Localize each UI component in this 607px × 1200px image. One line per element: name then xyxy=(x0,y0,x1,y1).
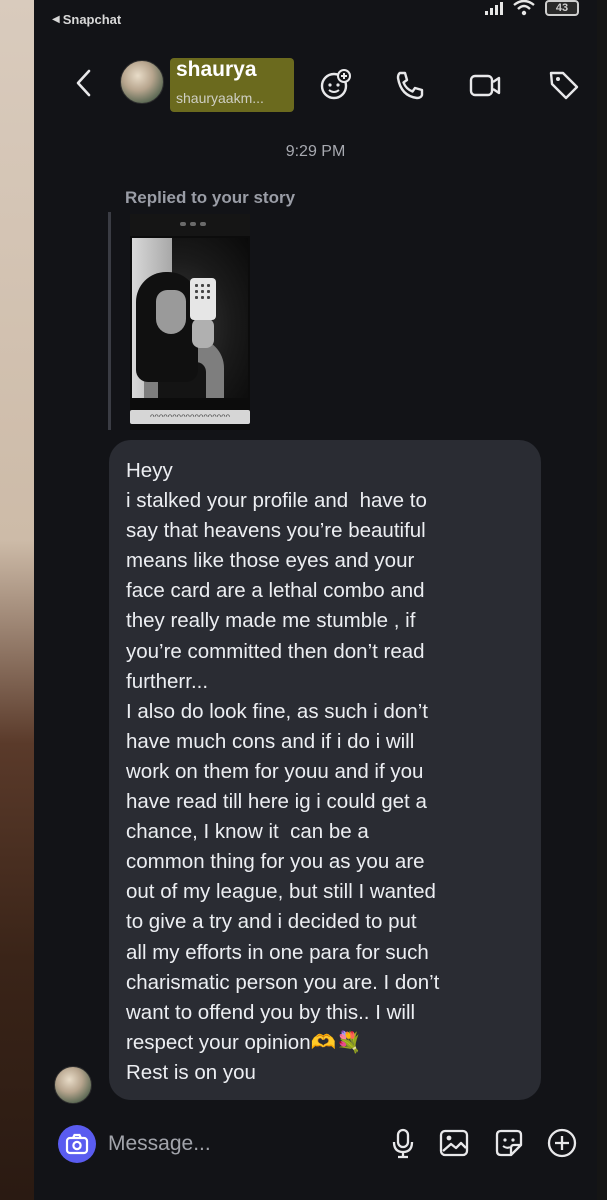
camera-button[interactable] xyxy=(58,1125,96,1163)
replied-to-story-label: Replied to your story xyxy=(125,188,296,207)
video-icon[interactable] xyxy=(468,68,502,102)
bitmoji-add-icon[interactable] xyxy=(318,68,352,102)
message-composer xyxy=(34,1118,597,1178)
microphone-icon[interactable] xyxy=(386,1126,420,1160)
message-line: say that heavens you’re beautiful xyxy=(126,519,426,543)
battery-icon: 43 xyxy=(545,0,579,16)
story-thumbnail[interactable]: ᴖᴖᴖᴖᴖᴖᴖᴖᴖᴖᴖᴖᴖᴖᴖᴖᴖᴖ xyxy=(130,214,250,430)
message-timestamp: 9:29 PM xyxy=(285,143,346,160)
phone-icon[interactable] xyxy=(393,68,427,102)
message-line: respect your opinion🫶💐 xyxy=(126,1030,362,1054)
gallery-icon[interactable] xyxy=(437,1126,471,1160)
message-line: to give a try and i decided to put xyxy=(126,910,417,934)
message-line: face card are a lethal combo and xyxy=(126,579,425,603)
message-line: Rest is on you xyxy=(126,1060,256,1084)
message-line: out of my league, but still I wanted xyxy=(126,880,436,904)
chat-header: shaurya shauryaakm... xyxy=(34,52,597,116)
tag-icon[interactable] xyxy=(547,68,581,102)
message-bubble[interactable]: Heyy i stalked your profile and have to sa… xyxy=(109,440,541,1100)
message-line: furtherr... xyxy=(126,669,209,693)
message-line: Heyy xyxy=(126,459,173,482)
wifi-icon xyxy=(513,0,535,16)
back-chevron-icon[interactable] xyxy=(70,66,98,100)
camera-icon xyxy=(65,1133,89,1155)
friend-avatar[interactable] xyxy=(120,60,164,104)
message-line: want to offend you by this.. I will xyxy=(126,1000,416,1024)
sticker-icon[interactable] xyxy=(492,1126,526,1160)
plus-icon[interactable] xyxy=(545,1126,579,1160)
message-line: means like those eyes and your xyxy=(126,549,415,573)
message-line: common thing for you as you are xyxy=(126,850,425,874)
story-photo xyxy=(132,238,248,398)
message-input[interactable] xyxy=(108,1128,378,1160)
message-line: they really made me stumble , if xyxy=(126,609,416,633)
phone-screen: ◀ Snapchat 43 shaurya shauryaakm... 9:29… xyxy=(34,0,597,1200)
status-indicators: 43 xyxy=(485,0,579,16)
photo-background-right xyxy=(597,0,607,1200)
story-status-bar xyxy=(130,214,250,236)
reply-indicator-line xyxy=(108,212,111,430)
signal-icon xyxy=(485,1,503,15)
message-line: work on them for youu and if you xyxy=(126,759,424,783)
message-line: you’re committed then don’t read xyxy=(126,639,425,663)
message-line: have read till here ig i could get a xyxy=(126,790,427,814)
message-text: Heyy i stalked your profile and have to sa… xyxy=(126,456,531,1088)
friend-name[interactable]: shaurya xyxy=(176,58,257,82)
back-triangle-icon: ◀ xyxy=(52,14,60,25)
message-line: i stalked your profile and have to xyxy=(126,489,427,513)
sender-avatar[interactable] xyxy=(54,1066,92,1104)
message-line: charismatic person you are. I don’t xyxy=(126,970,440,994)
message-line: I also do look fine, as such i don’t xyxy=(126,699,428,723)
status-bar: ◀ Snapchat 43 xyxy=(34,0,597,40)
photo-background-left xyxy=(0,0,34,1200)
back-app-label: Snapchat xyxy=(62,12,122,27)
message-line: chance, I know it can be a xyxy=(126,820,369,844)
message-line: have much cons and if i do i will xyxy=(126,729,415,753)
message-line: all my efforts in one para for such xyxy=(126,940,429,964)
story-caption-bar: ᴖᴖᴖᴖᴖᴖᴖᴖᴖᴖᴖᴖᴖᴖᴖᴖᴖᴖ xyxy=(130,410,250,424)
back-to-app-link[interactable]: ◀ Snapchat xyxy=(52,12,121,27)
friend-username[interactable]: shauryaakm... xyxy=(176,90,264,106)
